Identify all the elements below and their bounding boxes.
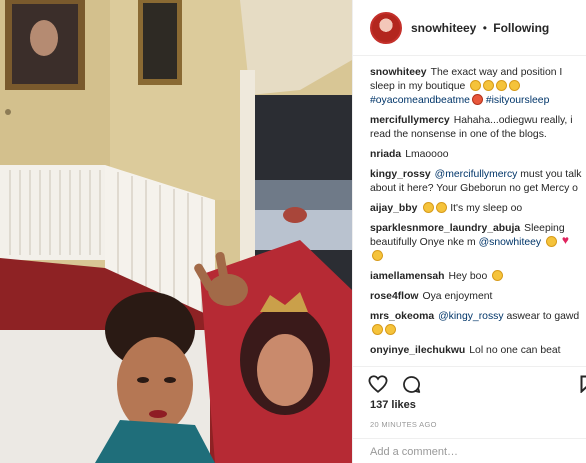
action-bar [353,366,586,398]
comment-input[interactable] [370,444,570,460]
laughing-emoji-icon [372,324,383,335]
comment: sparklesnmore_laundry_abuja Sleeping beau… [370,222,583,264]
comment-text: Lol no one can beat [469,345,561,356]
likes-count[interactable]: 137 likes [370,399,416,411]
comments-list: snowhiteey The exact way and position I s… [370,66,583,366]
comment: rose4flow Oya enjoyment [370,290,583,304]
comment-username[interactable]: nriada [370,149,401,160]
grin-emoji-icon [470,80,482,91]
comment-username[interactable]: mrs_okeoma [370,311,434,322]
bookmark-icon[interactable] [580,375,586,398]
header-text: snowhiteey • Following [411,21,549,35]
photo-illustration [0,0,352,463]
tears-of-joy-emoji-icon [423,202,435,213]
follow-status-button[interactable]: Following [493,21,549,35]
comment-text: aswear to gawd [506,311,580,322]
mention-link[interactable]: @snowhiteey [479,237,542,248]
laughing-emoji-icon [385,324,396,335]
comment-text: It's my sleep oo [450,203,523,214]
sleeping-emoji-icon [546,236,558,247]
comment: aijay_bby It's my sleep oo [370,202,583,216]
hashtag-link[interactable]: #oyacomeandbeatme [370,95,470,106]
comment-bubble-icon[interactable] [402,375,421,399]
tears-of-joy-emoji-icon [436,202,448,213]
comment: nriada Lmaoooo [370,148,583,162]
comment: mercifullymercy Hahaha...odiegwu really, … [370,114,583,142]
post-header: snowhiteey • Following [353,0,586,56]
comment-username[interactable]: sparklesnmore_laundry_abuja [370,223,520,234]
comment-username[interactable]: kingy_rossy [370,169,431,180]
post-photo[interactable] [0,0,352,463]
grin-emoji-icon [496,80,508,91]
comment-username[interactable]: onyinye_ilechukwu [370,345,465,356]
heart-outline-icon[interactable] [368,375,388,398]
kiss-emoji-icon [372,250,383,261]
mention-link[interactable]: @kingy_rossy [438,311,503,322]
grin-emoji-icon [483,80,495,91]
comment-text: Oya enjoyment [422,291,493,302]
caption-username[interactable]: snowhiteey [370,67,427,78]
comment: iamellamensah Hey boo [370,270,583,284]
comment: mrs_okeoma @kingy_rossy aswear to gawd [370,310,583,338]
grin-emoji-icon [509,80,521,91]
caption: snowhiteey The exact way and position I s… [370,66,583,108]
heart-eyes-emoji-icon [492,270,504,281]
post-sidebar: snowhiteey • Following snowhiteey The exa… [352,0,586,463]
comment-username[interactable]: aijay_bby [370,203,417,214]
add-comment-bar [353,438,586,463]
comment-username[interactable]: rose4flow [370,291,419,302]
heart-emoji-icon [562,233,573,247]
hashtag-link[interactable]: #isityoursleep [486,95,550,106]
comment-text: Lmaoooo [405,149,449,160]
username-link[interactable]: snowhiteey [411,21,476,35]
mention-link[interactable]: @mercifullymercy [435,169,518,180]
angry-emoji-icon [471,94,483,105]
post-timestamp[interactable]: 20 MINUTES AGO [370,420,437,429]
comment: kingy_rossy @mercifullymercy must you tal… [370,168,583,196]
avatar[interactable] [370,12,402,44]
header-separator: • [482,21,487,35]
comment-text: Hey boo [448,271,488,282]
comment-username[interactable]: mercifullymercy [370,115,450,126]
comment: onyinye_ilechukwu Lol no one can beat [370,344,583,358]
comment-username[interactable]: iamellamensah [370,271,445,282]
